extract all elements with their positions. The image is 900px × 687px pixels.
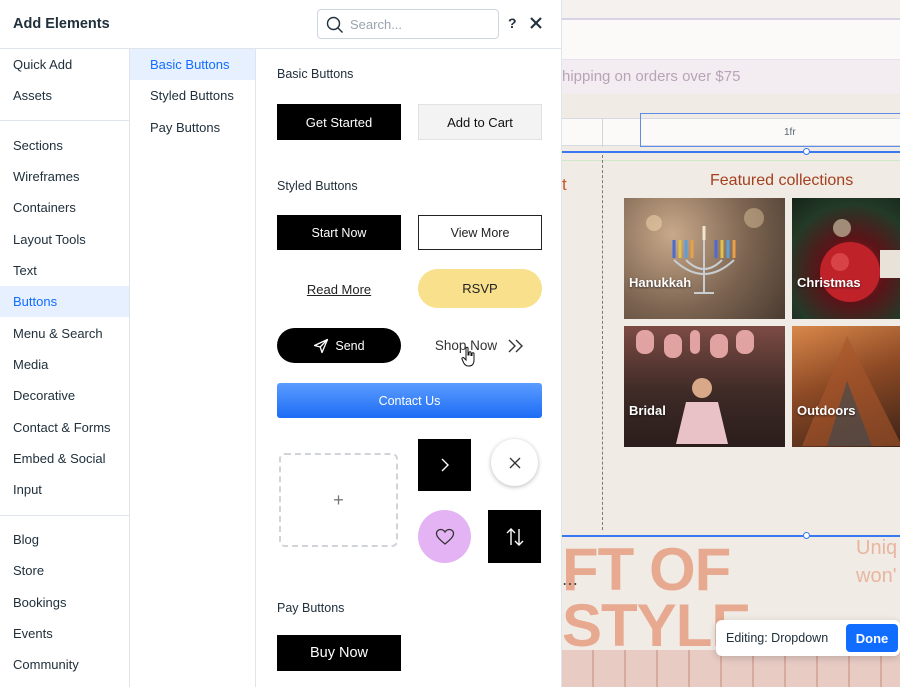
search-icon	[326, 16, 343, 33]
category-contact-forms[interactable]: Contact & Forms	[0, 412, 129, 443]
close-circle-button[interactable]	[491, 439, 538, 486]
help-button[interactable]: ?	[508, 15, 517, 31]
category-input[interactable]: Input	[0, 474, 129, 505]
contact-us-button[interactable]: Contact Us	[277, 383, 542, 418]
column-divider	[602, 155, 603, 530]
read-more-button[interactable]: Read More	[277, 270, 401, 308]
section-title-styled: Styled Buttons	[277, 179, 358, 193]
tile-label: Christmas	[797, 275, 861, 290]
sort-arrows-button[interactable]	[488, 510, 541, 563]
category-wireframes[interactable]: Wireframes	[0, 161, 129, 192]
tent-image	[802, 336, 900, 446]
category-community[interactable]: Community	[0, 649, 129, 680]
up-down-arrows-icon	[506, 527, 523, 546]
empty-button-placeholder[interactable]: +	[279, 453, 398, 547]
partial-heading: t	[562, 175, 567, 194]
featured-collections-title: Featured collections	[710, 172, 854, 189]
done-button[interactable]: Done	[846, 624, 898, 652]
category-blog[interactable]: Blog	[0, 524, 129, 555]
heart-button[interactable]	[418, 510, 471, 563]
subcategory-styled-buttons[interactable]: Styled Buttons	[130, 80, 255, 111]
category-buttons[interactable]: Buttons	[0, 286, 129, 317]
shop-now-button[interactable]: Shop Now	[418, 328, 542, 363]
announcement-text: hipping on orders over $75	[562, 68, 741, 85]
get-started-button[interactable]: Get Started	[277, 104, 401, 140]
shop-now-label: Shop Now	[434, 338, 498, 353]
next-arrow-button[interactable]	[418, 439, 471, 491]
category-list: Quick Add Assets Sections Wireframes Con…	[0, 49, 130, 687]
collection-tile-bridal[interactable]: Bridal	[624, 326, 785, 447]
category-divider	[0, 515, 129, 516]
send-label: Send	[335, 338, 365, 353]
section-top-guide	[562, 151, 900, 153]
hero-heading-line1: FT OF	[562, 536, 731, 603]
category-decorative[interactable]: Decorative	[0, 380, 129, 411]
tile-label: Bridal	[629, 403, 666, 418]
double-chevron-right-icon	[508, 339, 524, 352]
collection-tile-christmas[interactable]: Christmas	[792, 198, 900, 319]
category-quick-add[interactable]: Quick Add	[0, 49, 129, 80]
menorah-image	[646, 208, 764, 294]
subcategory-list: Basic Buttons Styled Buttons Pay Buttons	[130, 49, 256, 687]
category-bookings[interactable]: Bookings	[0, 587, 129, 618]
category-events[interactable]: Events	[0, 618, 129, 649]
tile-label: Outdoors	[797, 403, 856, 418]
category-assets[interactable]: Assets	[0, 80, 129, 111]
section-title-pay: Pay Buttons	[277, 601, 345, 615]
section-title-basic: Basic Buttons	[277, 67, 354, 81]
more-options-icon[interactable]: ⋯	[562, 574, 578, 594]
add-elements-panel: Add Elements ? Quick Add Assets Sections…	[0, 0, 562, 687]
category-layout-tools[interactable]: Layout Tools	[0, 224, 129, 255]
canvas-top-bar	[562, 0, 900, 20]
grid-column-line	[602, 119, 603, 147]
close-icon[interactable]	[528, 15, 544, 31]
buy-now-button[interactable]: Buy Now	[277, 635, 401, 671]
start-now-button[interactable]: Start Now	[277, 215, 401, 250]
send-button[interactable]: Send	[277, 328, 401, 363]
search-input[interactable]	[350, 15, 490, 33]
category-menu-search[interactable]: Menu & Search	[0, 318, 129, 349]
close-icon	[509, 457, 520, 468]
rsvp-button[interactable]: RSVP	[418, 269, 542, 308]
editing-toolbar: Editing: Dropdown Done	[716, 620, 900, 656]
collection-tile-outdoors[interactable]: Outdoors	[792, 326, 900, 447]
category-media[interactable]: Media	[0, 349, 129, 380]
subcategory-basic-buttons[interactable]: Basic Buttons	[130, 49, 255, 80]
side-text-line1: Uniq	[856, 537, 898, 559]
resize-handle[interactable]	[803, 148, 810, 155]
category-containers[interactable]: Containers	[0, 192, 129, 223]
category-sections[interactable]: Sections	[0, 130, 129, 161]
collection-tile-hanukkah[interactable]: Hanukkah	[624, 198, 785, 319]
search-box[interactable]	[317, 9, 499, 39]
paper-plane-icon	[314, 338, 329, 353]
bride-image	[636, 330, 754, 444]
panel-header: Add Elements ?	[0, 0, 562, 49]
margin-guide	[562, 160, 900, 161]
grid-fr-label: 1fr	[784, 127, 796, 138]
grid-cell-selection[interactable]	[640, 113, 900, 147]
ornament-image	[820, 219, 900, 302]
heart-icon	[435, 528, 454, 545]
editing-label: Editing: Dropdown	[726, 631, 829, 645]
category-divider	[0, 120, 129, 121]
panel-title: Add Elements	[13, 16, 110, 32]
view-more-button[interactable]: View More	[418, 215, 542, 250]
chevron-right-icon	[441, 458, 449, 472]
grid-ruler[interactable]: 1fr	[562, 113, 900, 147]
resize-handle[interactable]	[803, 532, 810, 539]
add-to-cart-button[interactable]: Add to Cart	[418, 104, 542, 140]
category-embed-social[interactable]: Embed & Social	[0, 443, 129, 474]
side-text-line2: won'	[856, 565, 897, 587]
category-text[interactable]: Text	[0, 255, 129, 286]
announcement-bar: hipping on orders over $75	[562, 60, 900, 94]
editor-canvas[interactable]: hipping on orders over $75 1fr t Feature…	[562, 0, 900, 687]
category-store[interactable]: Store	[0, 555, 129, 586]
subcategory-pay-buttons[interactable]: Pay Buttons	[130, 112, 255, 143]
buttons-gallery: Basic Buttons Get Started Add to Cart St…	[256, 49, 562, 687]
canvas-header-strip	[562, 20, 900, 60]
tile-label: Hanukkah	[629, 275, 692, 290]
